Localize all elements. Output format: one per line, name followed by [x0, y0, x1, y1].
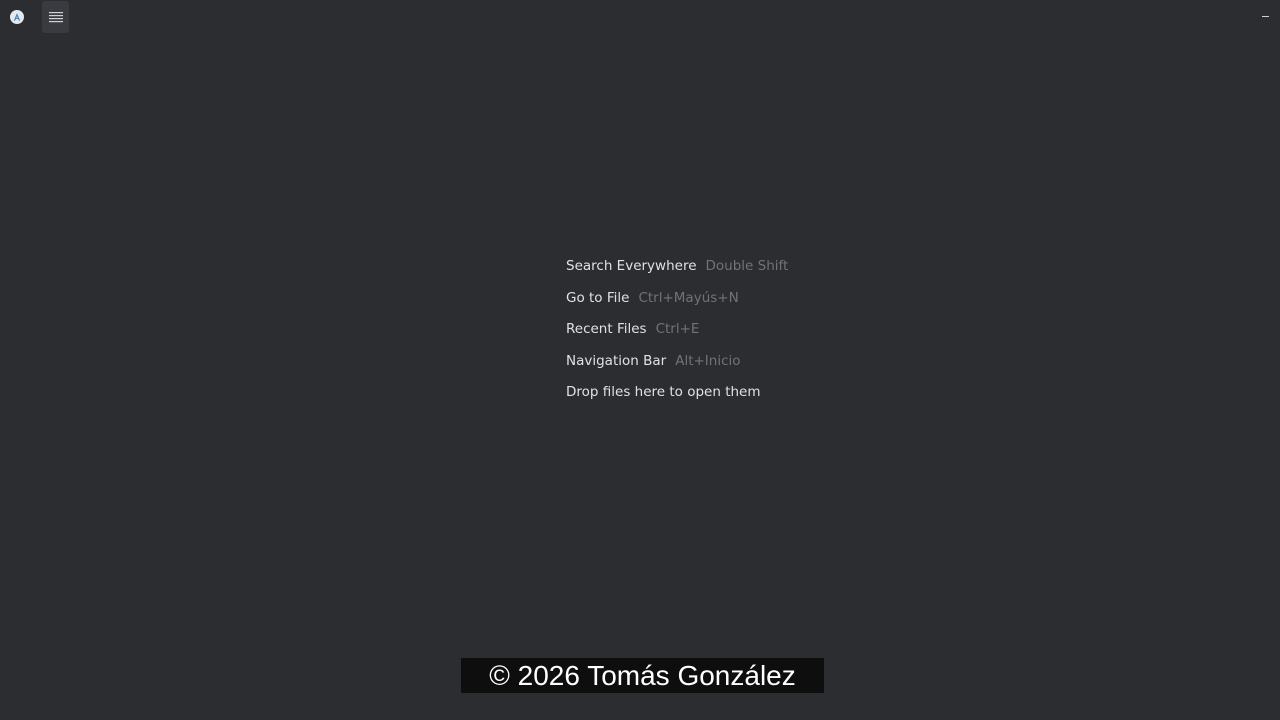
hint-shortcut: Ctrl+E [655, 321, 700, 338]
minimize-icon [1261, 15, 1269, 17]
hint-go-to-file[interactable]: Go to File Ctrl+Mayús+N [566, 288, 788, 320]
hint-search-everywhere[interactable]: Search Everywhere Double Shift [566, 256, 788, 288]
android-studio-glyph [13, 13, 21, 21]
hamburger-menu-icon [48, 12, 63, 23]
hint-action: Navigation Bar [566, 352, 667, 369]
hint-action: Search Everywhere [566, 258, 697, 274]
hint-shortcut: Alt+Inicio [675, 352, 741, 369]
hint-action: Drop files here to open them [566, 384, 761, 401]
android-studio-icon[interactable] [10, 10, 24, 24]
hint-action: Go to File [566, 289, 630, 306]
hint-recent-files[interactable]: Recent Files Ctrl+E [566, 319, 788, 351]
hint-shortcut: Double Shift [705, 258, 789, 274]
copyright-watermark: © 2026 Tomás González [461, 658, 824, 693]
title-bar [0, 0, 1280, 34]
ide-window: Search Everywhere Double Shift Go to File… [0, 0, 1280, 720]
minimize-button[interactable] [1258, 6, 1272, 26]
hint-navigation-bar[interactable]: Navigation Bar Alt+Inicio [566, 351, 788, 383]
empty-editor-hints: Search Everywhere Double Shift Go to File… [566, 256, 788, 414]
main-menu-button[interactable] [42, 1, 69, 33]
hint-drop-files: Drop files here to open them [566, 382, 788, 414]
hint-shortcut: Ctrl+Mayús+N [638, 289, 739, 306]
hint-action: Recent Files [566, 321, 647, 338]
